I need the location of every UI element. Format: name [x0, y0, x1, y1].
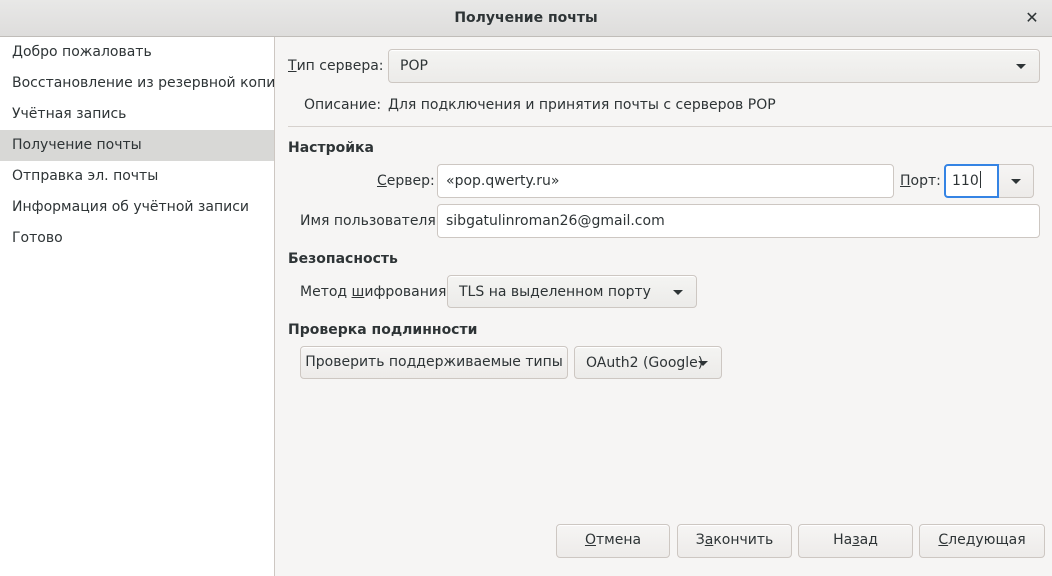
encryption-dropdown[interactable]: TLS на выделенном порту: [447, 275, 697, 308]
next-button[interactable]: Следующая: [919, 524, 1045, 558]
port-input[interactable]: 110: [944, 164, 999, 198]
back-button[interactable]: Назад: [798, 524, 913, 558]
sidebar-item-label: Учётная запись: [12, 106, 127, 122]
sidebar-item-done[interactable]: Готово: [0, 223, 274, 254]
port-dropdown-button[interactable]: [999, 164, 1034, 198]
server-input[interactable]: «pop.qwerty.ru»: [437, 164, 894, 198]
server-type-dropdown[interactable]: POP: [388, 49, 1040, 83]
settings-heading: Настройка: [288, 140, 374, 156]
cancel-button[interactable]: Отмена: [556, 524, 670, 558]
sidebar-item-label: Отправка эл. почты: [12, 168, 159, 184]
assistant-steps-sidebar: Добро пожаловать Восстановление из резер…: [0, 37, 275, 576]
finish-button[interactable]: Закончить: [677, 524, 792, 558]
auth-heading: Проверка подлинности: [288, 322, 478, 338]
auth-method-dropdown[interactable]: OAuth2 (Google): [574, 346, 722, 379]
sidebar-item-account-info[interactable]: Информация об учётной записи: [0, 192, 274, 223]
chevron-down-icon: [673, 290, 683, 295]
sidebar-item-label: Добро пожаловать: [12, 44, 152, 60]
description-label: Описание:: [304, 97, 382, 113]
username-input[interactable]: sibgatulinroman26@gmail.com: [437, 204, 1040, 238]
auth-method-value: OAuth2 (Google): [586, 355, 704, 371]
port-label: Порт:: [900, 173, 941, 189]
chevron-down-icon: [1011, 179, 1021, 184]
chevron-down-icon: [698, 361, 708, 366]
sidebar-item-sending-mail[interactable]: Отправка эл. почты: [0, 161, 274, 192]
security-heading: Безопасность: [288, 251, 398, 267]
sidebar-item-label: Готово: [12, 230, 63, 246]
server-label: Сервер:: [377, 173, 435, 189]
text-cursor: [979, 171, 981, 188]
sidebar-item-account[interactable]: Учётная запись: [0, 99, 274, 130]
close-icon[interactable]: ✕: [1024, 8, 1040, 28]
encryption-label: Метод шифрования:: [300, 284, 452, 300]
server-type-value: POP: [400, 58, 428, 74]
username-label: Имя пользователя:: [300, 213, 441, 229]
chevron-down-icon: [1016, 64, 1026, 69]
receiving-mail-page: Тип сервера: POP Описание: Для подключен…: [276, 37, 1052, 576]
title-bar: Получение почты ✕: [0, 0, 1052, 37]
description-value: Для подключения и принятия почты с серве…: [388, 97, 776, 113]
window-title: Получение почты: [454, 10, 598, 26]
sidebar-item-restore-backup[interactable]: Восстановление из резервной копии: [0, 68, 274, 99]
encryption-value: TLS на выделенном порту: [459, 284, 651, 300]
check-supported-types-button[interactable]: Проверить поддерживаемые типы: [300, 346, 568, 379]
sidebar-item-label: Получение почты: [12, 137, 142, 153]
sidebar-item-label: Информация об учётной записи: [12, 199, 250, 215]
sidebar-item-label: Восстановление из резервной копии: [12, 75, 274, 91]
sidebar-item-welcome[interactable]: Добро пожаловать: [0, 37, 274, 68]
separator: [288, 126, 1052, 127]
server-type-label: Тип сервера:: [288, 58, 384, 74]
sidebar-item-receiving-mail[interactable]: Получение почты: [0, 130, 274, 161]
